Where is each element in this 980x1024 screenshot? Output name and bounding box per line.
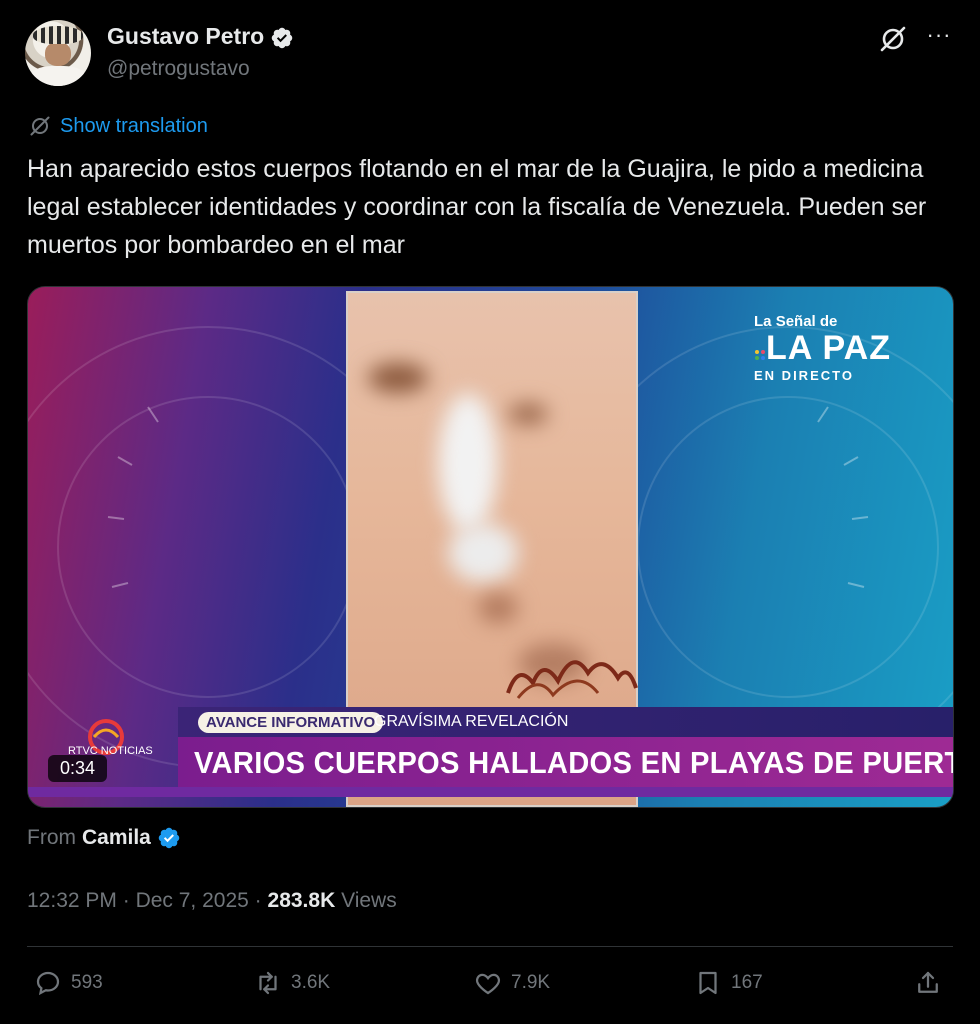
author-name-text[interactable]: Gustavo Petro <box>107 23 264 49</box>
more-icon: ··· <box>926 22 952 47</box>
from-name[interactable]: Camila <box>82 826 151 850</box>
grok-icon <box>880 26 906 52</box>
from-verified-badge-icon <box>158 827 180 849</box>
channel-brand: La Señal de LA PAZ EN DIRECTO <box>754 313 891 383</box>
avatar[interactable] <box>25 20 91 86</box>
repost-icon <box>259 971 277 995</box>
tag-advance: AVANCE INFORMATIVO <box>198 712 384 733</box>
brand-title-text: LA PAZ <box>766 329 891 367</box>
verified-badge-icon <box>271 27 293 49</box>
like-button[interactable]: 7.9K <box>473 968 550 998</box>
bookmark-icon <box>699 971 717 995</box>
reply-button[interactable]: 593 <box>33 968 103 998</box>
bookmark-button[interactable]: 167 <box>693 968 763 998</box>
repost-count: 3.6K <box>291 972 331 993</box>
reply-count: 593 <box>71 972 103 993</box>
share-icon <box>918 971 938 993</box>
tweet-date[interactable]: Dec 7, 2025 <box>136 889 249 912</box>
seaweed-shape <box>506 660 638 699</box>
brand-live: EN DIRECTO <box>754 368 854 384</box>
repost-button[interactable]: 3.6K <box>253 968 330 998</box>
brand-title: LA PAZ <box>754 330 891 368</box>
views-count: 283.8K <box>267 889 336 912</box>
show-translation-link[interactable]: Show translation <box>60 115 208 138</box>
video-player[interactable]: La Señal de LA PAZ EN DIRECTO AVANCE INF… <box>27 286 954 808</box>
reply-icon <box>36 971 60 996</box>
more-options-button[interactable]: ··· <box>922 20 956 54</box>
brand-dots-icon <box>754 332 766 368</box>
views-label: Views <box>341 889 397 912</box>
from-prefix: From <box>27 826 76 849</box>
grok-translate-icon <box>30 116 50 136</box>
show-translation-row[interactable]: Show translation <box>28 114 208 138</box>
video-headline: VARIOS CUERPOS HALLADOS EN PLAYAS DE PUE… <box>194 745 953 780</box>
video-duration: 0:34 <box>48 755 108 782</box>
tweet-time[interactable]: 12:32 PM <box>27 889 117 912</box>
like-count: 7.9K <box>511 972 551 993</box>
bookmark-count: 167 <box>731 972 763 993</box>
meta-separator: · <box>254 889 262 912</box>
author-name[interactable]: Gustavo Petro <box>107 23 294 50</box>
action-bar: 593 3.6K 7.9K 167 <box>27 968 953 1004</box>
meta-separator: · <box>122 889 130 912</box>
from-attribution: From Camila <box>27 826 181 850</box>
share-button[interactable] <box>913 968 943 998</box>
author-handle[interactable]: @petrogustavo <box>107 57 250 81</box>
heart-icon <box>475 973 501 995</box>
tweet-meta: 12:32 PM · Dec 7, 2025 · 283.8K Views <box>27 889 397 913</box>
brand-subtitle: La Señal de <box>754 313 838 330</box>
divider <box>27 946 953 947</box>
lower-third-underline <box>28 787 953 797</box>
tweet-text: Han aparecido estos cuerpos flotando en … <box>27 155 927 259</box>
grok-button[interactable] <box>876 22 910 56</box>
tag-secondary: GRAVÍSIMA REVELACIÓN <box>374 713 569 730</box>
